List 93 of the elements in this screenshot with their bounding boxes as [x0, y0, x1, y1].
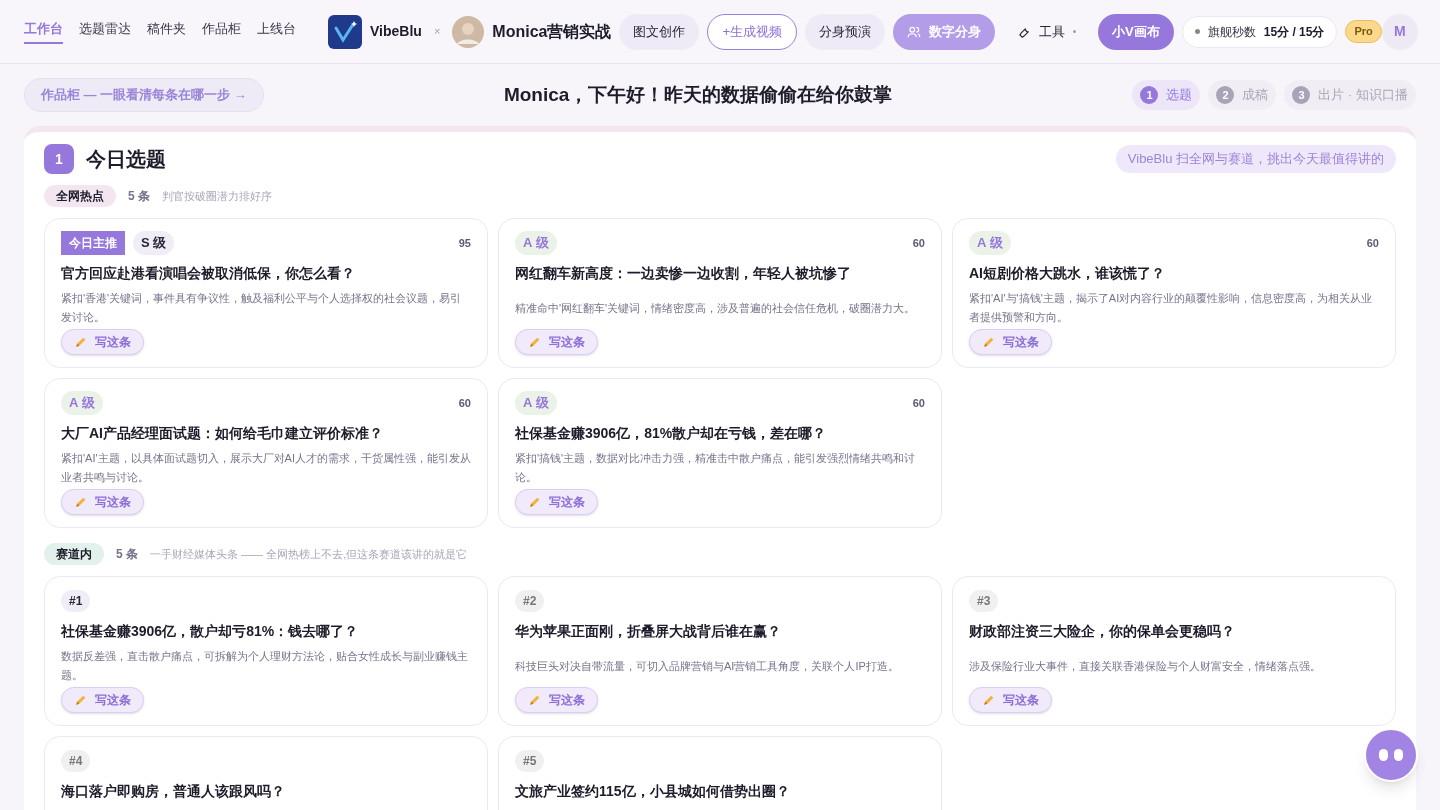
- step-pill[interactable]: 2 成稿: [1208, 80, 1277, 110]
- toolbar-button[interactable]: 小V画布: [1098, 13, 1174, 50]
- write-button[interactable]: 写这条: [515, 329, 598, 355]
- score: 95: [458, 235, 471, 251]
- step-number: 3: [1292, 86, 1311, 104]
- avatar: [452, 15, 485, 48]
- step-label: 成稿: [1242, 86, 1269, 105]
- score: 60: [912, 235, 925, 251]
- step-number: 2: [1216, 86, 1235, 104]
- pencil-icon: [528, 495, 541, 509]
- section-note: VibeBlu 扫全网与赛道，挑出今天最值得讲的: [1115, 145, 1396, 173]
- write-button[interactable]: 写这条: [969, 329, 1052, 355]
- write-button[interactable]: 写这条: [515, 687, 598, 713]
- people-icon: [907, 24, 922, 39]
- topic-description: 紧扣'AI'与'搞钱'主题，揭示了AI对内容行业的颠覆性影响，信息密度高，为相关从业者提供预警和方向。: [969, 291, 1374, 325]
- section-title: 今日选题: [86, 147, 166, 172]
- group-tag: 全网热点: [44, 185, 116, 207]
- pencil-icon: [74, 495, 87, 509]
- grade-badge: A 级: [515, 231, 557, 255]
- toolbar-button[interactable]: +生成视频: [707, 13, 798, 50]
- nav-tab[interactable]: 稿件夹: [147, 18, 186, 45]
- write-button[interactable]: 写这条: [515, 489, 598, 515]
- topic-description: 紧扣'搞钱'主题，数据对比冲击力强，精准击中散户痛点，能引发强烈情绪共鸣和讨论。: [515, 451, 917, 485]
- tools-menu-button[interactable]: 工具: [1003, 13, 1091, 50]
- nav-tab[interactable]: 作品柜: [202, 18, 241, 45]
- featured-badge: 今日主推: [61, 231, 125, 255]
- separator: ×: [433, 24, 441, 40]
- topic-title: 网红翻车新高度：一边卖惨一边收割，年轻人被坑惨了: [515, 264, 852, 283]
- pencil-icon: [982, 335, 995, 349]
- score: 60: [458, 395, 471, 411]
- grade-badge: A 级: [969, 231, 1011, 255]
- pencil-icon: [528, 335, 541, 349]
- topic-title: 海口落户即购房，普通人该跟风吗？: [61, 782, 286, 801]
- quota-value: 15分 / 15分: [1263, 23, 1325, 41]
- topic-description: 数据反差强，直击散户痛点，可拆解为个人理财方法论，贴合女性成长与副业赚钱主题。: [61, 649, 469, 683]
- rank-badge: #5: [515, 750, 545, 772]
- nav-tab[interactable]: 上线台: [257, 18, 296, 45]
- topic-description: 科技巨头对决自带流量，可切入品牌营销与AI营销工具角度，关联个人IP打造。: [515, 658, 899, 674]
- step-label: 选题: [1166, 86, 1193, 105]
- step-pill[interactable]: 1 选题: [1132, 80, 1201, 110]
- topic-title: 社保基金赚3906亿，散户却亏81%：钱去哪了？: [61, 622, 360, 641]
- toolbar-button[interactable]: 分身预演: [805, 13, 886, 50]
- brand-name: VibeBlu: [370, 22, 422, 41]
- rank-badge: #2: [515, 590, 545, 612]
- write-button[interactable]: 写这条: [61, 687, 144, 713]
- grade-badge: A 级: [515, 391, 557, 415]
- grade-badge: S 级: [133, 231, 175, 255]
- group-count: 5 条: [116, 546, 138, 563]
- rank-badge: #4: [61, 750, 91, 772]
- rank-badge: #3: [969, 590, 999, 612]
- topic-title: 华为苹果正面刚，折叠屏大战背后谁在赢？: [515, 622, 782, 641]
- topic-title: 财政部注资三大险企，你的保单会更稳吗？: [969, 622, 1236, 641]
- topic-title: AI短剧价格大跳水，谁该慌了？: [969, 264, 1166, 283]
- quota-label: 旗舰秒数: [1207, 23, 1256, 41]
- topic-title: 大厂AI产品经理面试题：如何给毛巾建立评价标准？: [61, 424, 384, 443]
- step-number: 1: [1140, 86, 1159, 104]
- grade-badge: A 级: [61, 391, 103, 415]
- write-button[interactable]: 写这条: [61, 329, 144, 355]
- topic-description: 涉及保险行业大事件，直接关联香港保险与个人财富安全，情绪落点强。: [969, 658, 1321, 674]
- logo-icon: [328, 14, 362, 49]
- nav-tab[interactable]: 选题雷达: [79, 18, 131, 45]
- score: 60: [1366, 235, 1379, 251]
- pencil-icon: [982, 693, 995, 707]
- write-button[interactable]: 写这条: [969, 687, 1052, 713]
- group-hint: 一手财经媒体头条 —— 全网热榜上不去,但这条赛道该讲的就是它: [150, 546, 468, 562]
- section-number: 1: [44, 144, 74, 174]
- topic-title: 社保基金赚3906亿，81%散户却在亏钱，差在哪？: [515, 424, 828, 443]
- step-pill[interactable]: 3 出片 · 知识口播: [1284, 80, 1416, 110]
- plan-badge: Pro: [1345, 20, 1382, 43]
- topic-description: 紧扣'香港'关键词，事件具有争议性，触及福利公平与个人选择权的社会议题，易引发讨论。: [61, 291, 463, 325]
- partner-name: Monica营销实战: [492, 21, 612, 42]
- group-hint: 判官按破圈潜力排好序: [162, 188, 272, 204]
- pencil-icon: [528, 693, 541, 707]
- portfolio-link[interactable]: 作品柜 — 一眼看清每条在哪一步 →: [24, 78, 264, 112]
- topic-title: 文旅产业签约115亿，小县城如何借势出圈？: [515, 782, 791, 801]
- group-tag: 赛道内: [44, 543, 104, 565]
- toolbar-button[interactable]: 数字分身: [893, 13, 996, 50]
- topic-description: 紧扣'AI'主题，以具体面试题切入，展示大厂对AI人才的需求，干货属性强，能引发从业者共鸣与讨论。: [61, 451, 471, 485]
- greeting: Monica，下午好！昨天的数据偷偷在给你鼓掌: [502, 82, 894, 107]
- group-count: 5 条: [128, 188, 150, 205]
- nav-tab[interactable]: 工作台: [24, 18, 63, 45]
- eye-icon: [1394, 749, 1403, 761]
- topic-title: 官方回应赴港看演唱会被取消低保，你怎么看？: [61, 264, 356, 283]
- eye-icon: [1379, 749, 1388, 761]
- pencil-icon: [74, 335, 87, 349]
- topic-description: 精准命中'网红翻车'关键词，情绪密度高，涉及普遍的社会信任危机，破圈潜力大。: [515, 300, 916, 316]
- pencil-icon: [74, 693, 87, 707]
- user-avatar[interactable]: M: [1381, 13, 1418, 50]
- rank-badge: #1: [61, 590, 91, 612]
- write-button[interactable]: 写这条: [61, 489, 144, 515]
- score: 60: [912, 395, 925, 411]
- step-label: 出片 · 知识口播: [1318, 86, 1408, 105]
- toolbar-button[interactable]: 图文创作: [619, 13, 700, 50]
